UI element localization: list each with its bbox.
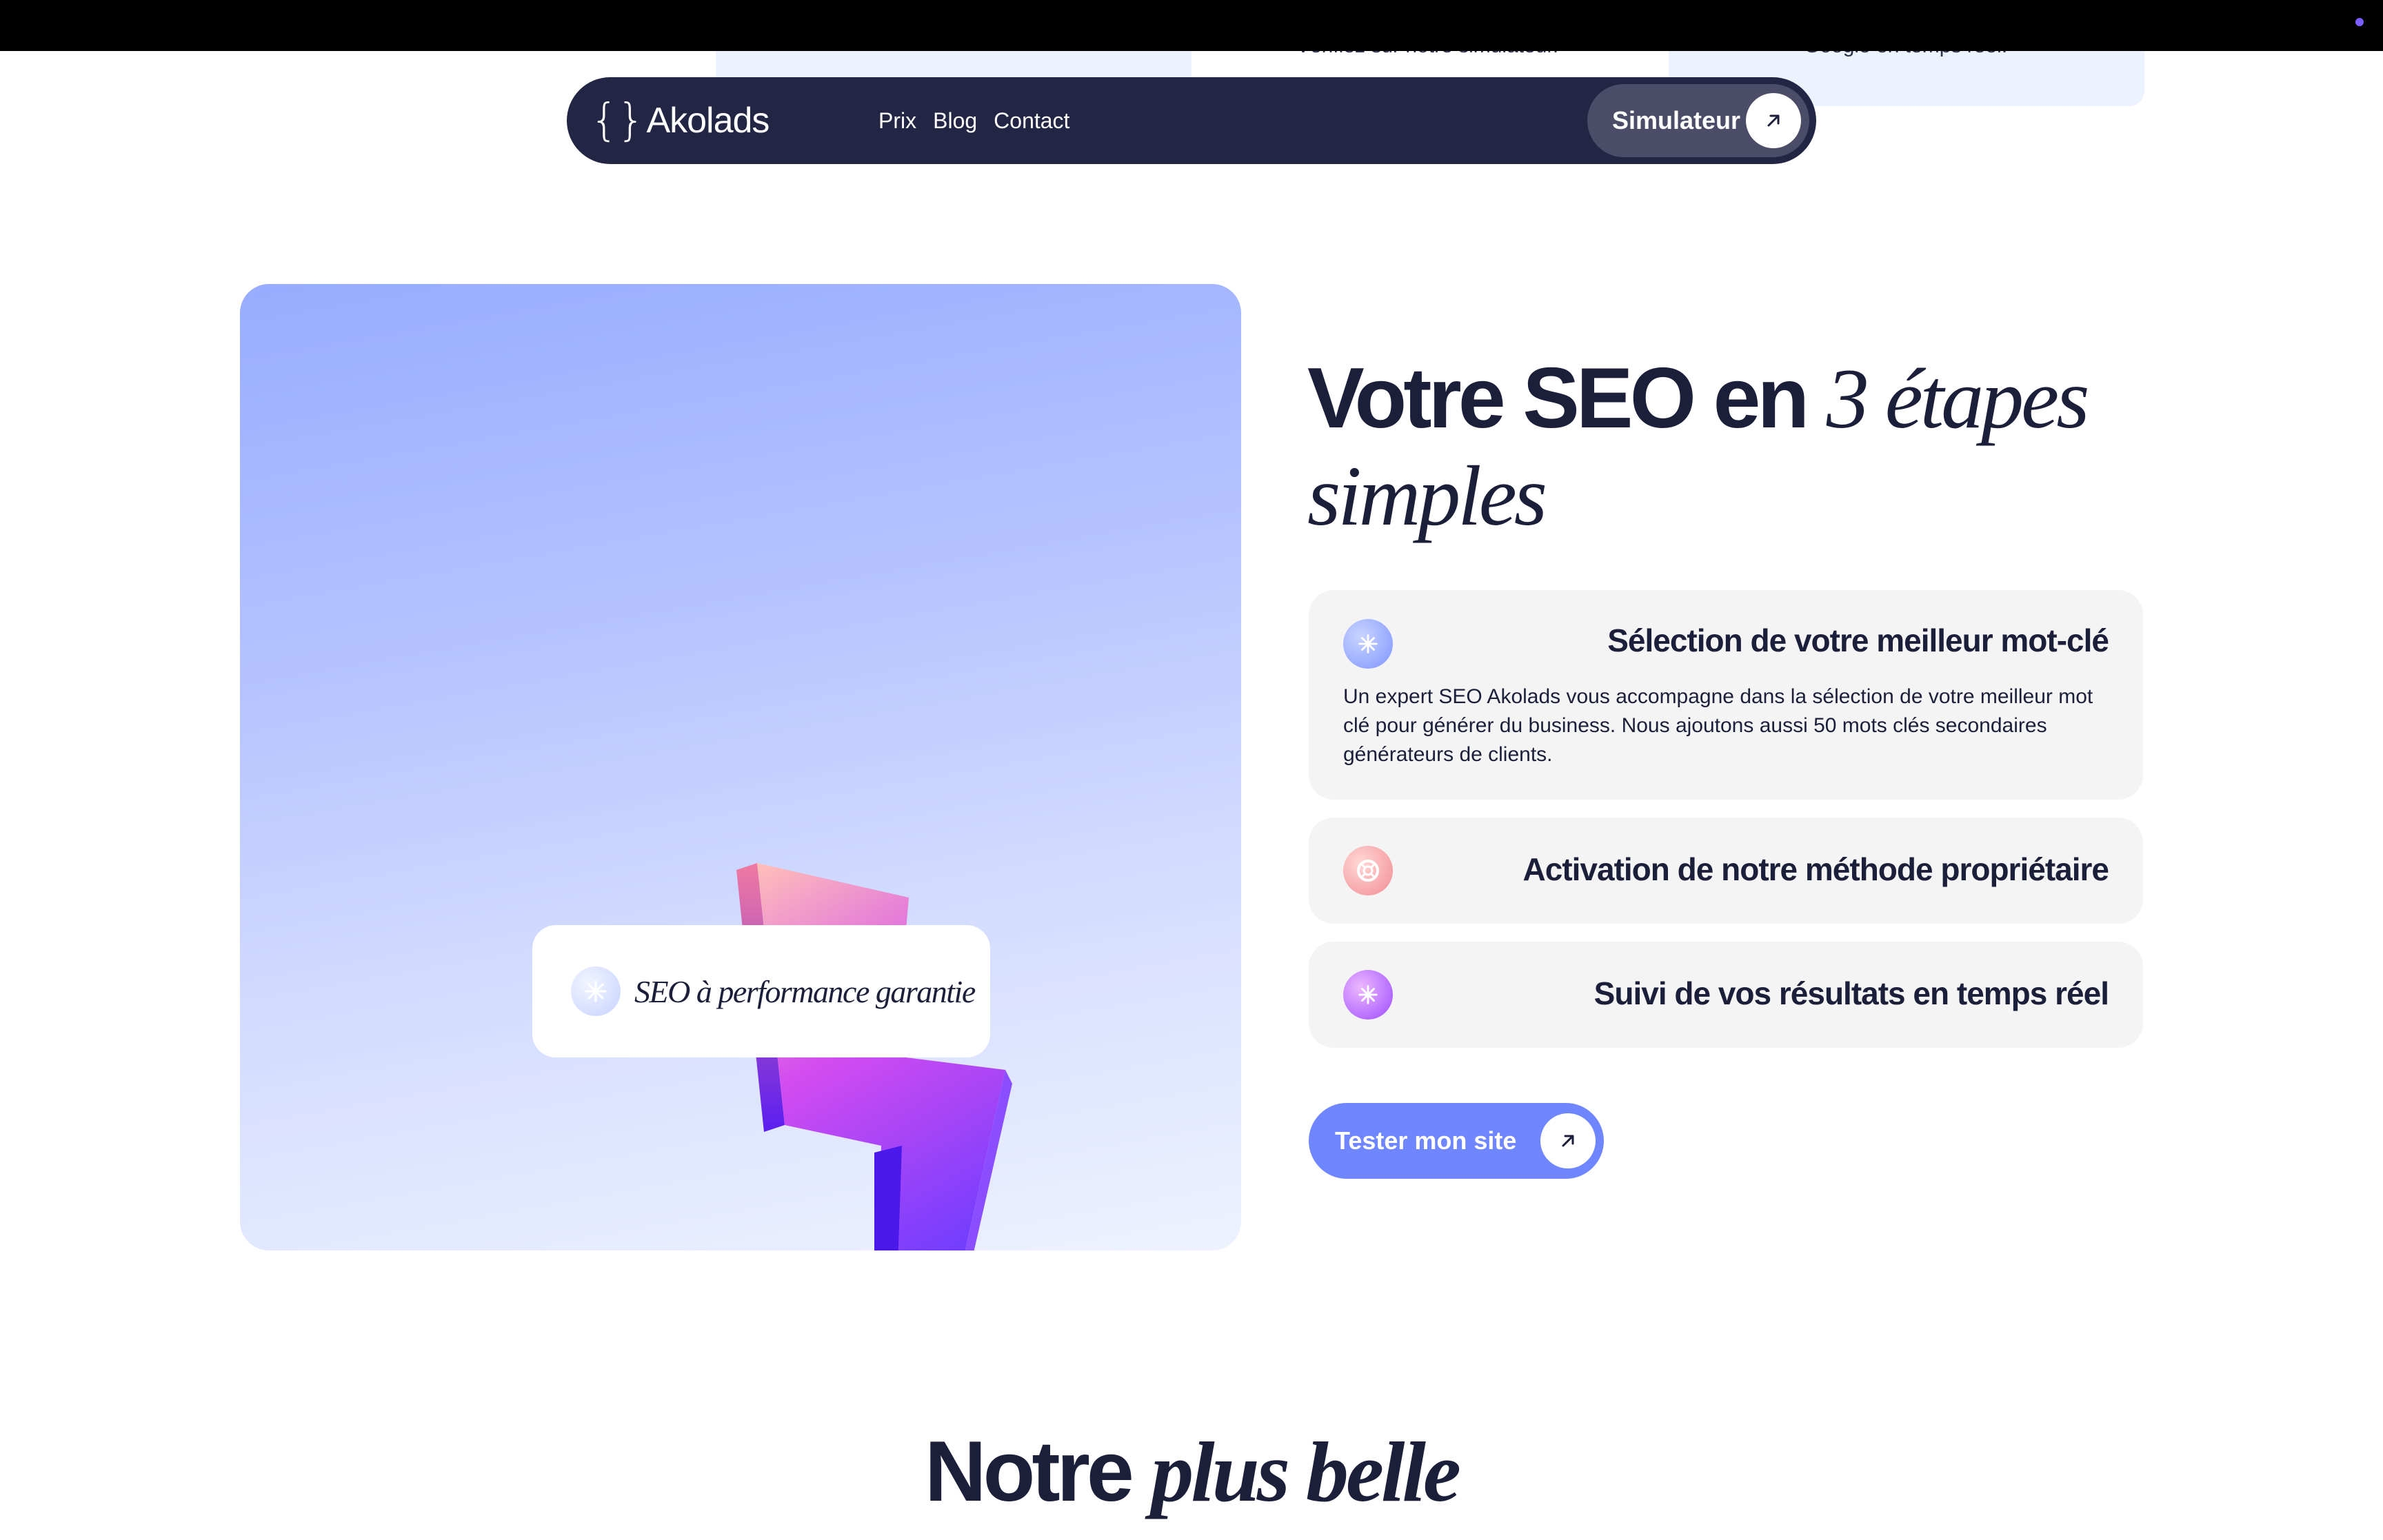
- sparkle-icon: [571, 966, 621, 1016]
- heading-plain: Votre SEO en: [1307, 351, 1809, 446]
- lifebuoy-icon: [1343, 846, 1393, 895]
- logo-braces-icon: {}: [590, 95, 645, 146]
- heading-italic: 3 étapes: [1826, 352, 2090, 446]
- logo-text: Akolads: [646, 101, 770, 141]
- step-title: Suivi de vos résultats en temps réel: [1593, 975, 2109, 1011]
- steps-heading: Votre SEO en 3 étapes simples: [1307, 350, 2135, 545]
- arrow-up-right-icon: [1540, 1113, 1596, 1168]
- section-heading-italic: plus belle: [1151, 1425, 1461, 1519]
- guarantee-badge: SEO à performance garantie: [532, 925, 990, 1057]
- nav-link-prix[interactable]: Prix: [878, 105, 916, 136]
- simulator-button-label: Simulateur: [1612, 106, 1741, 134]
- nav-links: Prix Blog Contact: [878, 105, 1069, 136]
- step-card-3[interactable]: Suivi de vos résultats en temps réel: [1309, 942, 2143, 1048]
- sparkle-icon: [1343, 970, 1393, 1020]
- step-description: Un expert SEO Akolads vous accompagne da…: [1343, 685, 2093, 766]
- nav-link-contact[interactable]: Contact: [994, 105, 1069, 136]
- top-bar: [0, 0, 2383, 51]
- section-heading: Notre plus belle: [0, 1420, 2383, 1524]
- simulator-button[interactable]: Simulateur: [1587, 84, 1809, 157]
- main-navbar: {} Akolads Prix Blog Contact Simulateur: [567, 77, 1816, 164]
- section-heading-plain: Notre: [925, 1424, 1134, 1519]
- sparkle-icon: [1343, 619, 1393, 669]
- nav-link-blog[interactable]: Blog: [933, 105, 977, 136]
- step-title: Sélection de votre meilleur mot-clé: [1607, 622, 2109, 658]
- step-title: Activation de notre méthode propriétaire: [1522, 851, 2109, 887]
- step-card-2[interactable]: Activation de notre méthode propriétaire: [1309, 818, 2143, 924]
- logo[interactable]: {} Akolads: [590, 94, 770, 148]
- arrow-up-right-icon: [1746, 93, 1801, 148]
- hero-illustration-panel: SEO à performance garantie: [240, 284, 1241, 1250]
- indicator-dot: [2355, 18, 2364, 26]
- test-my-site-button[interactable]: Tester mon site: [1309, 1103, 1604, 1179]
- test-my-site-label: Tester mon site: [1335, 1126, 1517, 1155]
- page: Vérifiez sur notre simulateur. Google en…: [0, 0, 2383, 1540]
- heading-italic-2: simples: [1307, 449, 1547, 543]
- step-card-1[interactable]: Sélection de votre meilleur mot-clé Un e…: [1309, 590, 2143, 800]
- guarantee-badge-text: SEO à performance garantie: [634, 973, 976, 1009]
